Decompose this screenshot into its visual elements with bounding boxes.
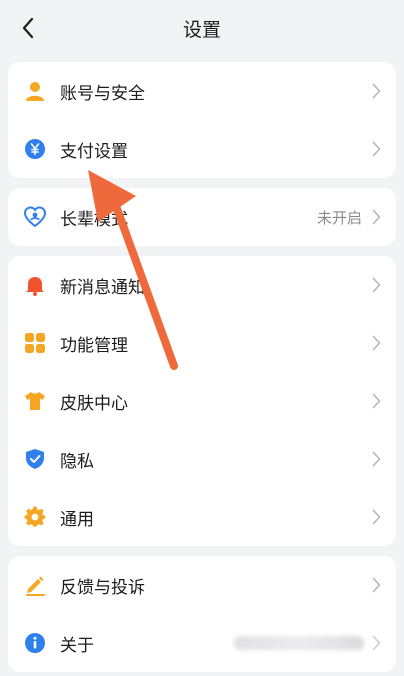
chevron-right-icon xyxy=(370,334,382,352)
yuan-coin-icon xyxy=(24,138,46,160)
blurred-version-info xyxy=(234,636,364,650)
row-general[interactable]: 通用 xyxy=(8,488,396,546)
row-skin-center[interactable]: 皮肤中心 xyxy=(8,372,396,430)
pencil-icon xyxy=(24,574,46,596)
row-elder-mode[interactable]: 长辈模式 未开启 xyxy=(8,188,396,246)
row-account-security[interactable]: 账号与安全 xyxy=(8,62,396,120)
settings-group-general: 新消息通知 功能管理 皮肤中心 隐私 通用 xyxy=(8,256,396,546)
tshirt-icon xyxy=(24,390,46,412)
row-feedback[interactable]: 反馈与投诉 xyxy=(8,556,396,614)
bell-icon xyxy=(24,274,46,296)
page-title: 设置 xyxy=(182,18,221,41)
chevron-right-icon xyxy=(370,140,382,158)
row-label: 皮肤中心 xyxy=(60,393,128,414)
chevron-right-icon xyxy=(370,508,382,526)
chevron-right-icon xyxy=(370,634,382,652)
row-label: 功能管理 xyxy=(60,335,128,356)
chevron-right-icon xyxy=(370,276,382,294)
top-nav-bar: 设置 xyxy=(0,0,404,56)
row-label: 通用 xyxy=(60,509,94,530)
chevron-right-icon xyxy=(370,392,382,410)
gear-icon xyxy=(24,506,46,528)
info-icon xyxy=(24,632,46,654)
row-label: 支付设置 xyxy=(60,141,128,162)
row-label: 新消息通知 xyxy=(60,277,145,298)
row-notifications[interactable]: 新消息通知 xyxy=(8,256,396,314)
row-payment-settings[interactable]: 支付设置 xyxy=(8,120,396,178)
shield-check-icon xyxy=(24,448,46,470)
row-label: 长辈模式 xyxy=(60,209,128,230)
chevron-left-icon xyxy=(22,17,34,39)
row-feature-management[interactable]: 功能管理 xyxy=(8,314,396,372)
chevron-right-icon xyxy=(370,450,382,468)
row-label: 关于 xyxy=(60,635,94,656)
row-label: 反馈与投诉 xyxy=(60,577,145,598)
chevron-right-icon xyxy=(370,82,382,100)
row-label: 账号与安全 xyxy=(60,83,145,104)
chevron-right-icon xyxy=(370,576,382,594)
settings-group-support: 反馈与投诉 关于 xyxy=(8,556,396,672)
chevron-right-icon xyxy=(370,208,382,226)
row-about[interactable]: 关于 xyxy=(8,614,396,672)
grid-icon xyxy=(24,332,46,354)
row-label: 隐私 xyxy=(60,451,94,472)
row-privacy[interactable]: 隐私 xyxy=(8,430,396,488)
heart-care-icon xyxy=(24,206,46,228)
elder-mode-status: 未开启 xyxy=(316,208,362,227)
settings-group-account: 账号与安全 支付设置 xyxy=(8,62,396,178)
back-button[interactable] xyxy=(8,8,48,48)
settings-group-elder: 长辈模式 未开启 xyxy=(8,188,396,246)
user-icon xyxy=(24,80,46,102)
